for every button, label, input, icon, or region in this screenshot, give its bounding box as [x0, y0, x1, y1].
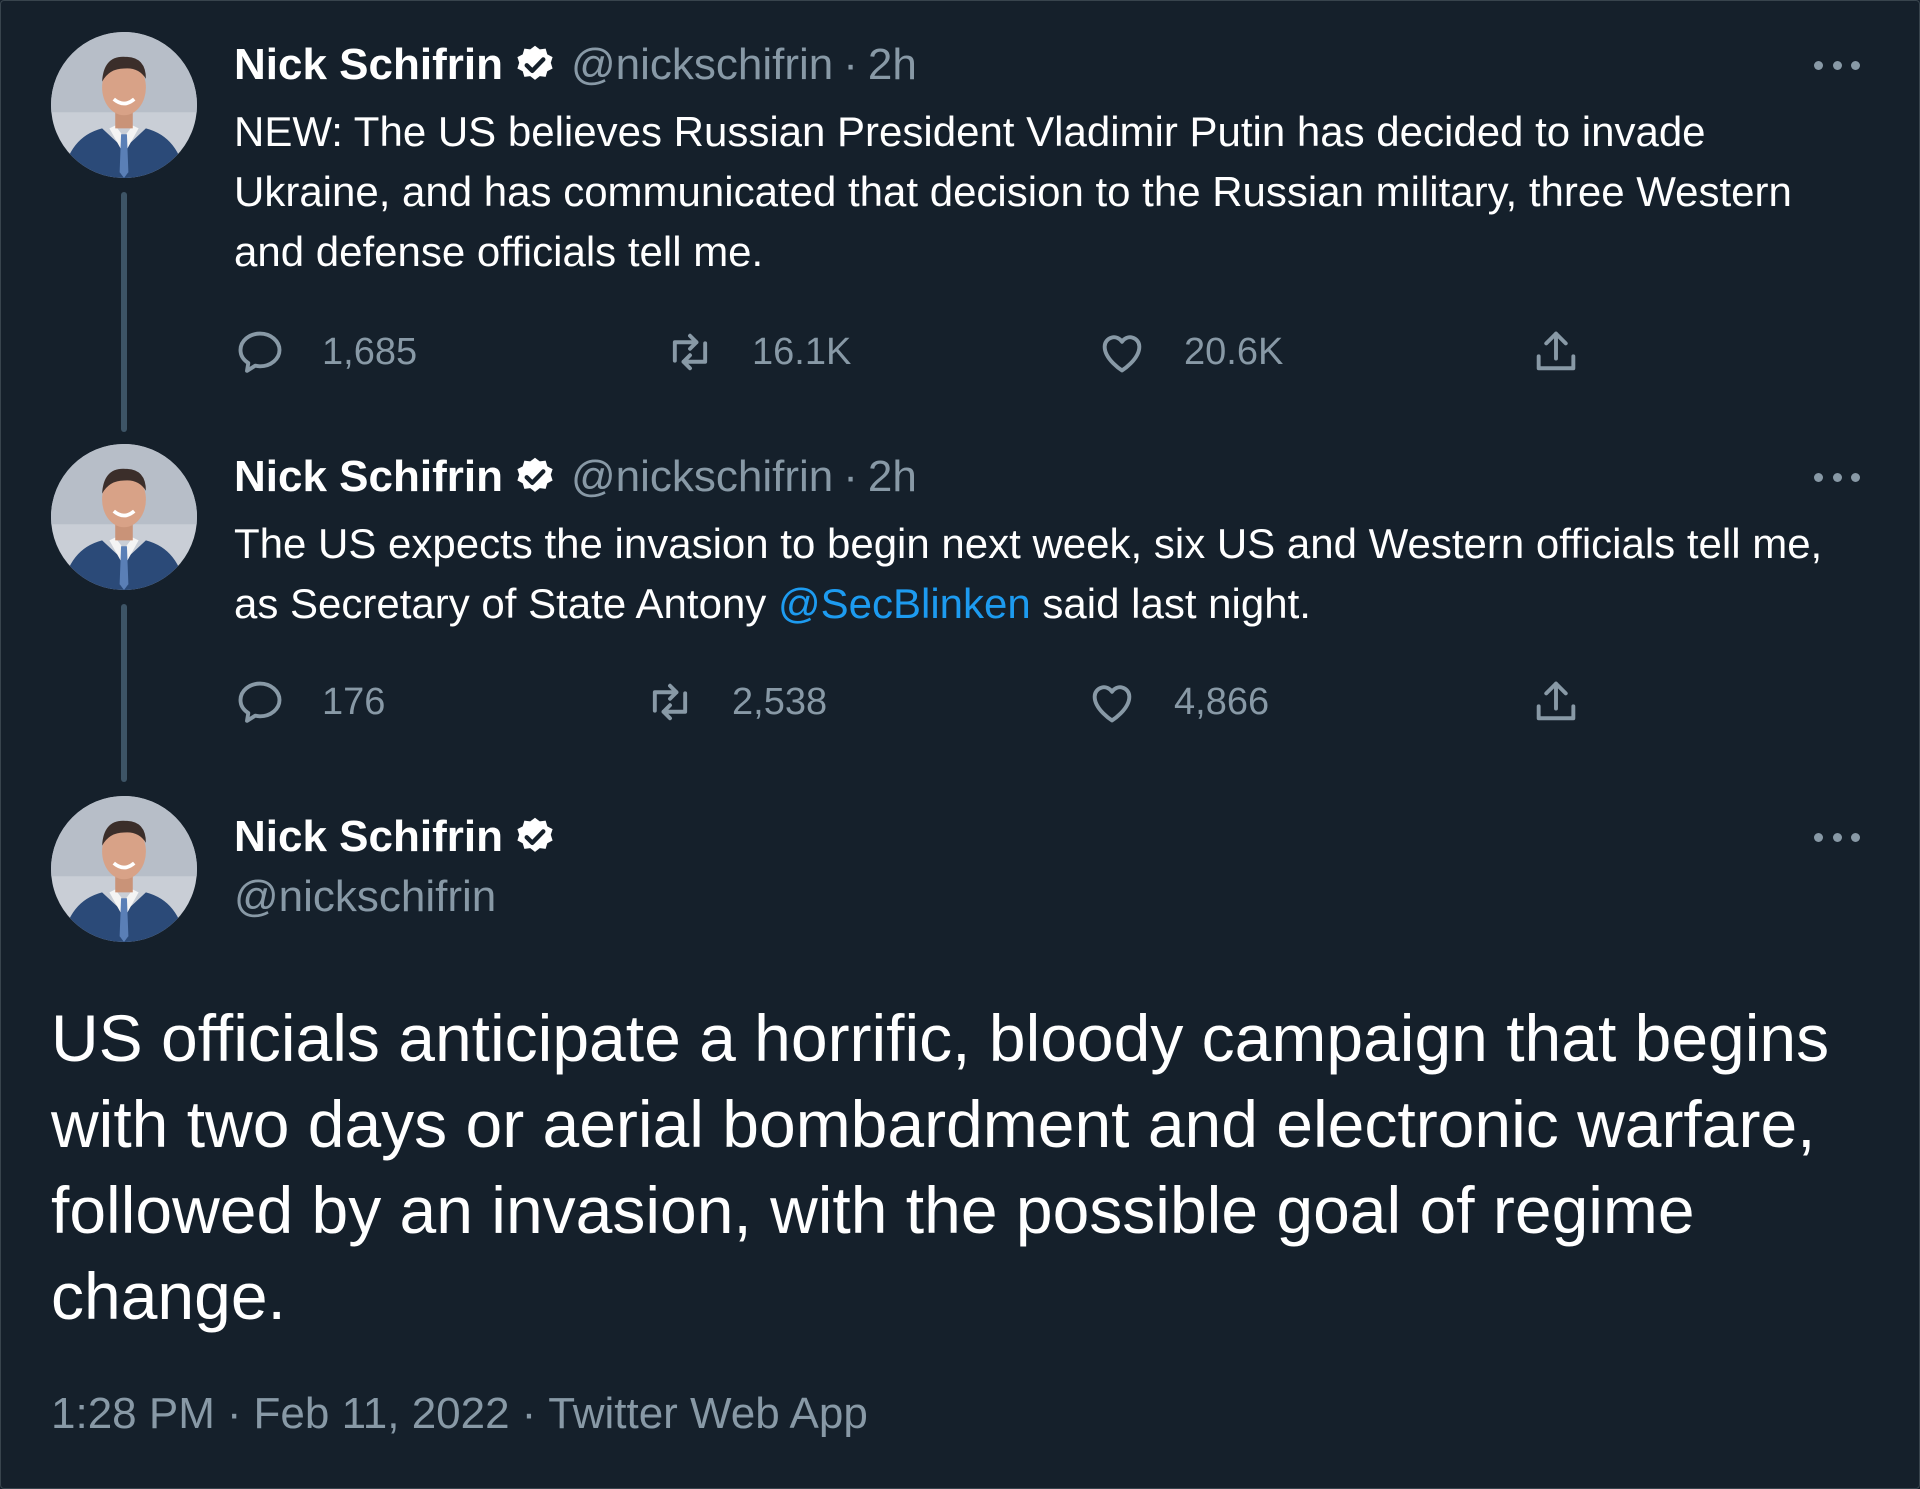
heart-icon: [1092, 685, 1132, 723]
reply-button[interactable]: 1,685: [234, 324, 417, 380]
reply-bubble-icon: [238, 681, 282, 723]
share-button[interactable]: [1530, 324, 1582, 380]
retweet-count: 2,538: [732, 680, 828, 723]
author-handle[interactable]: @nickschifrin: [571, 449, 833, 505]
main-tweet-header: Nick Schifrin: [234, 809, 571, 865]
tweet-timestamp[interactable]: 2h: [868, 449, 917, 505]
reply-count: 176: [322, 680, 386, 723]
separator-dot: ·: [843, 452, 858, 501]
tweet-time[interactable]: 1:28 PM: [51, 1389, 215, 1438]
tweet-header: Nick Schifrin @nickschifrin · 2h: [234, 37, 917, 93]
reply-bubble-icon: [238, 331, 282, 373]
thread-connector-line: [121, 192, 127, 432]
avatar[interactable]: [51, 444, 197, 590]
separator-dot: ·: [521, 1389, 537, 1438]
tweet-text: NEW: The US believes Russian President V…: [234, 108, 1792, 275]
verified-badge-icon: [513, 455, 557, 499]
tweet-source[interactable]: Twitter Web App: [548, 1389, 868, 1438]
thread-connector-line: [121, 604, 127, 782]
author-handle[interactable]: @nickschifrin: [234, 869, 496, 925]
like-count: 20.6K: [1184, 330, 1284, 373]
avatar[interactable]: [51, 32, 197, 178]
author-name[interactable]: Nick Schifrin: [234, 809, 503, 865]
separator-dot: ·: [226, 1389, 242, 1438]
tweet-date[interactable]: Feb 11, 2022: [254, 1389, 510, 1438]
tweet-header: Nick Schifrin @nickschifrin · 2h: [234, 449, 917, 505]
more-dots-icon[interactable]: [1814, 58, 1860, 72]
like-count: 4,866: [1174, 680, 1270, 723]
tweet-timestamp[interactable]: 2h: [868, 37, 917, 93]
retweet-button[interactable]: 2,538: [644, 674, 827, 730]
share-button[interactable]: [1530, 674, 1582, 730]
more-dots-icon[interactable]: [1814, 830, 1860, 844]
like-button[interactable]: 20.6K: [1096, 324, 1283, 380]
verified-badge-icon: [513, 815, 557, 859]
retweet-arrows-icon: [672, 333, 708, 371]
main-tweet-text: US officials anticipate a horrific, bloo…: [51, 1001, 1830, 1333]
separator-dot: ·: [843, 40, 858, 89]
tweet-meta: 1:28 PM · Feb 11, 2022 · Twitter Web App: [51, 1386, 868, 1442]
reply-button[interactable]: 176: [234, 674, 385, 730]
retweet-button[interactable]: 16.1K: [664, 324, 851, 380]
retweet-count: 16.1K: [752, 330, 852, 373]
share-upload-icon: [1536, 331, 1576, 371]
reply-count: 1,685: [322, 330, 418, 373]
tweet-actions: 1,685 16.1K 20.6K: [234, 324, 1594, 380]
tweet-text-part: said last night.: [1030, 580, 1311, 627]
retweet-arrows-icon: [652, 683, 688, 721]
verified-badge-icon: [513, 43, 557, 87]
tweet-actions: 176 2,538 4,866: [234, 674, 1594, 730]
like-button[interactable]: 4,866: [1086, 674, 1269, 730]
author-handle[interactable]: @nickschifrin: [571, 37, 833, 93]
tweet-text: The US expects the invasion to begin nex…: [234, 514, 1834, 634]
author-name[interactable]: Nick Schifrin: [234, 449, 503, 505]
mention-link[interactable]: @SecBlinken: [778, 580, 1031, 627]
share-upload-icon: [1536, 681, 1576, 721]
more-dots-icon[interactable]: [1814, 470, 1860, 484]
heart-icon: [1102, 335, 1142, 373]
author-name[interactable]: Nick Schifrin: [234, 37, 503, 93]
avatar[interactable]: [51, 796, 197, 942]
